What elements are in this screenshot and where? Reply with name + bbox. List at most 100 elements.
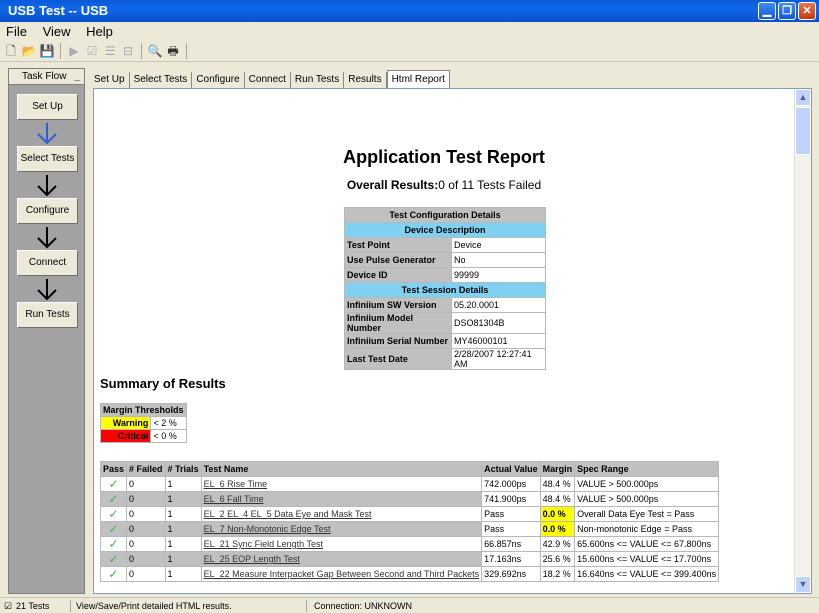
report-content: Application Test Report Overall Results:…	[94, 89, 794, 593]
pass-check-icon: ✓	[99, 521, 128, 537]
task-flow-panel: Task Flow _ Set Up Select Tests Configur…	[8, 68, 85, 594]
minimize-button[interactable]: ▁	[758, 2, 776, 20]
failed-cell: 0	[126, 521, 166, 537]
failed-cell: 0	[126, 551, 166, 567]
status-separator	[306, 600, 307, 612]
minimize-icon[interactable]: _	[74, 69, 80, 84]
flow-arrow-icon	[37, 175, 57, 197]
test-name-cell: EL_22 Measure Interpacket Gap Between Se…	[200, 566, 483, 582]
status-message: View/Save/Print detailed HTML results.	[76, 601, 232, 611]
config-row: Infiniium Serial Number MY46000101	[344, 333, 546, 349]
task-step-connect[interactable]: Connect	[17, 250, 78, 276]
actual-value-cell: 66.857ns	[481, 536, 541, 552]
pass-check-icon: ✓	[99, 476, 128, 492]
config-label: Test Point	[344, 237, 452, 253]
margin-cell: 0.0 %	[539, 521, 576, 537]
test-name-link[interactable]: EL_6 Rise Time	[204, 479, 268, 489]
task-step-run-tests[interactable]: Run Tests	[17, 302, 78, 328]
status-separator	[70, 600, 71, 612]
scroll-up-icon[interactable]: ▲	[795, 89, 811, 106]
spec-range-cell: Non-monotonic Edge = Pass	[574, 521, 720, 537]
test-name-link[interactable]: EL_25 EOP Length Test	[204, 554, 300, 564]
tree-icon[interactable]: ⊟	[120, 43, 136, 59]
test-name-link[interactable]: EL_2 EL_4 EL_5 Data Eye and Mask Test	[204, 509, 372, 519]
tab-html-report[interactable]: Html Report	[386, 70, 450, 88]
config-label: Last Test Date	[344, 348, 452, 370]
overall-results: Overall Results:0 of 11 Tests Failed	[94, 178, 794, 192]
tab-set-up[interactable]: Set Up	[90, 72, 130, 88]
table-row: ✓ 0 1 EL_22 Measure Interpacket Gap Between…	[99, 566, 720, 582]
col-margin: Margin	[539, 461, 576, 477]
pass-check-icon: ✓	[99, 491, 128, 507]
print-preview-icon[interactable]: 🔍	[147, 43, 163, 59]
tab-run-tests[interactable]: Run Tests	[291, 72, 345, 88]
maximize-button[interactable]: ❐	[778, 2, 796, 20]
vertical-scrollbar[interactable]: ▲ ▼	[794, 89, 811, 593]
tab-results[interactable]: Results	[344, 72, 387, 88]
failed-cell: 0	[126, 491, 166, 507]
table-row: ✓ 0 1 EL_6 Fall Time 741.900ps 48.4 % VALUE > …	[99, 491, 720, 507]
trials-cell: 1	[164, 551, 202, 567]
config-row: Last Test Date 2/28/2007 12:27:41 AM	[344, 348, 546, 370]
margin-thresholds-table: Margin Thresholds Warning < 2 % Critical <…	[99, 403, 187, 443]
task-step-set-up[interactable]: Set Up	[17, 94, 78, 120]
trials-cell: 1	[164, 476, 202, 492]
scroll-thumb[interactable]	[795, 107, 811, 155]
list-icon[interactable]: ☰	[102, 43, 118, 59]
task-step-configure[interactable]: Configure	[17, 198, 78, 224]
menu-bar: File View Help	[0, 22, 819, 40]
trials-cell: 1	[164, 521, 202, 537]
run-icon[interactable]: ▶	[66, 43, 82, 59]
actual-value-cell: Pass	[481, 506, 541, 522]
spec-range-cell: Overall Data Eye Test = Pass	[574, 506, 720, 522]
spec-range-cell: VALUE > 500.000ps	[574, 491, 720, 507]
trials-cell: 1	[164, 491, 202, 507]
config-row: Test Point Device	[344, 237, 546, 253]
report-title: Application Test Report	[343, 147, 545, 167]
menu-view[interactable]: View	[37, 22, 77, 40]
save-icon[interactable]: 💾	[39, 43, 55, 59]
open-icon[interactable]: 📂	[21, 43, 37, 59]
flow-arrow-icon	[37, 227, 57, 249]
menu-help[interactable]: Help	[80, 22, 119, 40]
config-label: Device ID	[344, 267, 452, 283]
config-label: Infiniium Model Number	[344, 312, 452, 334]
warning-label: Warning	[99, 416, 152, 430]
new-icon[interactable]: 🗋	[3, 43, 19, 59]
test-name-link[interactable]: EL_22 Measure Interpacket Gap Between Se…	[204, 569, 480, 579]
menu-file[interactable]: File	[0, 22, 33, 40]
checkbox-icon[interactable]: ☑	[4, 598, 12, 613]
test-name-cell: EL_25 EOP Length Test	[200, 551, 483, 567]
test-name-link[interactable]: EL_6 Fall Time	[204, 494, 264, 504]
scroll-down-icon[interactable]: ▼	[795, 576, 811, 593]
tab-configure[interactable]: Configure	[192, 72, 245, 88]
test-name-cell: EL_6 Fall Time	[200, 491, 483, 507]
print-icon[interactable]: 🖶	[165, 43, 181, 59]
trials-cell: 1	[164, 566, 202, 582]
test-name-cell: EL_7 Non-Monotonic Edge Test	[200, 521, 483, 537]
table-row: ✓ 0 1 EL_25 EOP Length Test 17.163ns 25.6 % 15…	[99, 551, 720, 567]
table-row: ✓ 0 1 EL_6 Rise Time 742.000ps 48.4 % VALUE > …	[99, 476, 720, 492]
test-name-link[interactable]: EL_7 Non-Monotonic Edge Test	[204, 524, 331, 534]
actual-value-cell: 742.000ps	[481, 476, 541, 492]
test-name-link[interactable]: EL_21 Sync Field Length Test	[204, 539, 323, 549]
col-actual-value: Actual Value	[481, 461, 541, 477]
spec-range-cell: VALUE > 500.000ps	[574, 476, 720, 492]
overall-results-value: 0 of 11 Tests Failed	[438, 178, 542, 192]
failed-cell: 0	[126, 536, 166, 552]
tab-select-tests[interactable]: Select Tests	[130, 72, 193, 88]
config-label: Infiniium Serial Number	[344, 333, 452, 349]
thresholds-header: Margin Thresholds	[100, 403, 187, 417]
results-table: Pass # Failed # Trials Test Name Actual …	[99, 461, 720, 582]
title-bar: USB Test -- USB ▁ ❐ ✕	[0, 0, 819, 22]
config-row: Device ID 99999	[344, 267, 546, 283]
tab-connect[interactable]: Connect	[245, 72, 291, 88]
select-icon[interactable]: ☑	[84, 43, 100, 59]
margin-cell: 48.4 %	[539, 491, 576, 507]
failed-cell: 0	[126, 566, 166, 582]
close-button[interactable]: ✕	[798, 2, 816, 20]
pass-check-icon: ✓	[99, 551, 128, 567]
col-trials: # Trials	[164, 461, 202, 477]
task-step-select-tests[interactable]: Select Tests	[17, 146, 78, 172]
toolbar: 🗋 📂 💾 ▶ ☑ ☰ ⊟ 🔍 🖶	[0, 40, 819, 62]
